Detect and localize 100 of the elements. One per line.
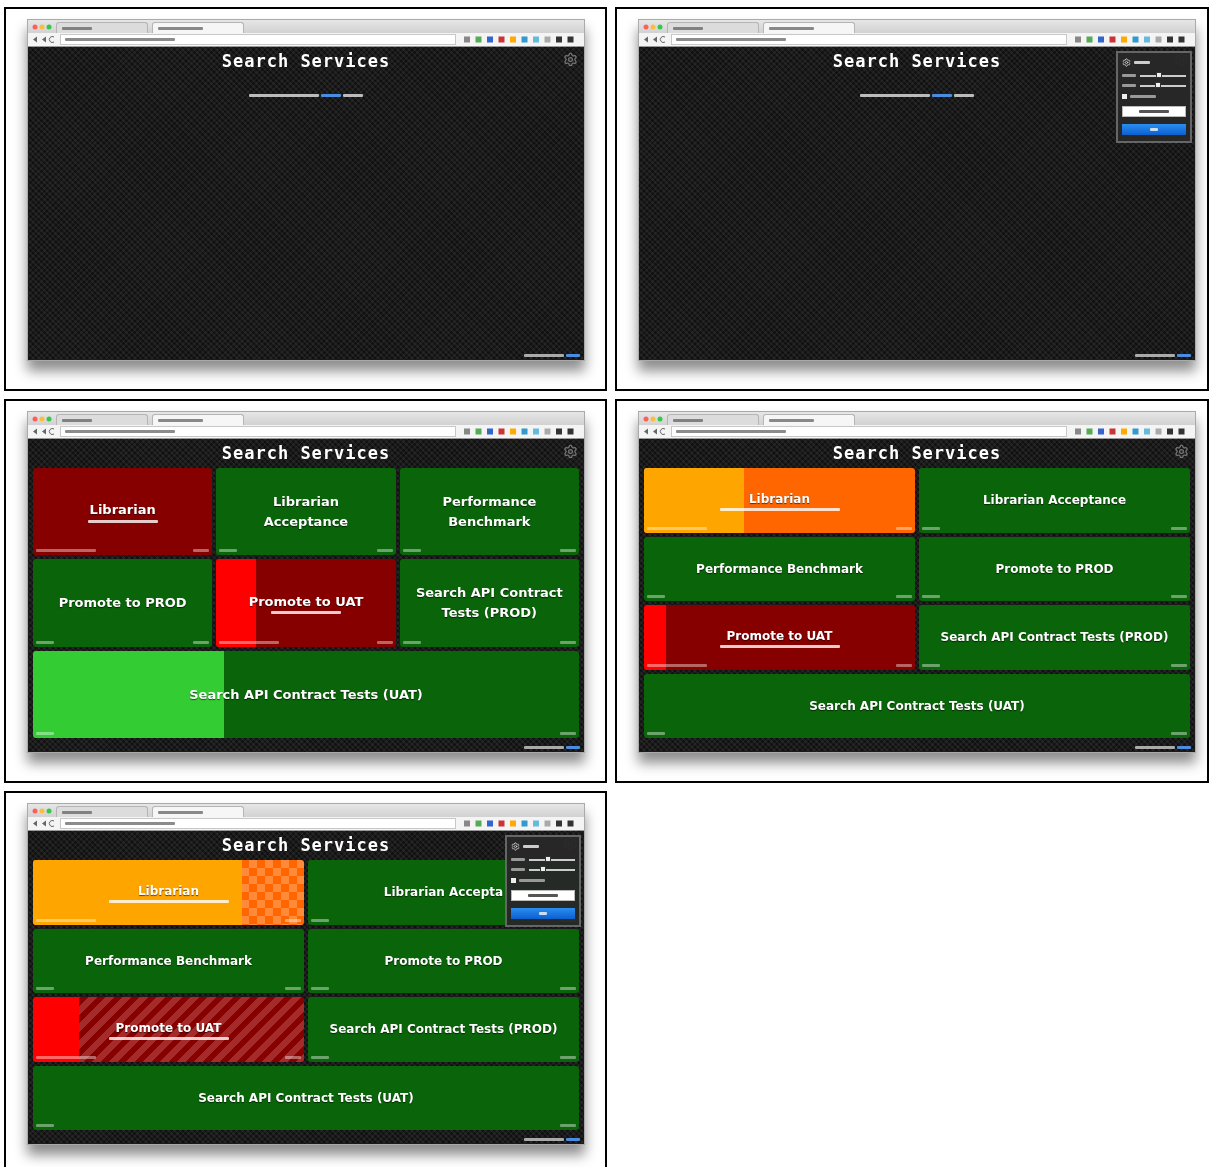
dashboard-title: Search Services — [221, 51, 391, 71]
illegible-label-mark — [1122, 84, 1136, 87]
settings-icon — [511, 842, 520, 851]
browser-tab[interactable] — [667, 414, 759, 425]
illegible-footer-mark — [922, 595, 940, 598]
job-name: Performance Benchmark — [84, 952, 253, 970]
browser-tab[interactable] — [152, 806, 244, 817]
job-name: Search API Contract Tests (PROD) — [939, 629, 1170, 647]
job-name: Promote to UAT — [725, 627, 834, 645]
slider-thumb[interactable] — [1156, 71, 1163, 78]
illegible-footer-mark — [285, 918, 301, 922]
navigation-arrows-icon[interactable] — [643, 428, 667, 435]
browser-tab[interactable] — [56, 806, 148, 817]
slider-thumb[interactable] — [545, 855, 552, 862]
slider-thumb[interactable] — [1155, 81, 1162, 88]
navigation-arrows-icon[interactable] — [32, 36, 56, 43]
illegible-footer-mark — [560, 640, 576, 644]
address-field[interactable] — [671, 34, 1067, 45]
settings-icon[interactable] — [1174, 444, 1189, 459]
illegible-subtitle-mark — [271, 611, 341, 615]
illegible-footer-mark — [922, 663, 940, 667]
illegible-footer-mark — [647, 595, 665, 598]
illegible-footer-mark — [285, 987, 301, 990]
illegible-footer-mark — [219, 549, 238, 553]
browser-tab[interactable] — [152, 22, 244, 33]
navigation-arrows-icon[interactable] — [32, 428, 56, 435]
primary-button[interactable] — [1122, 124, 1186, 135]
illegible-footer-mark — [402, 549, 421, 553]
job-name: Librarian Acceptance — [981, 492, 1128, 510]
illegible-footer-mark — [36, 640, 54, 644]
browser-tab[interactable] — [763, 22, 855, 33]
illegible-footer-mark — [36, 918, 96, 922]
job-name: Promote to PROD — [57, 594, 188, 613]
job-name: Promote to PROD — [383, 952, 504, 970]
browser-tab[interactable] — [56, 414, 148, 425]
illegible-footer-mark — [896, 595, 912, 598]
illegible-footer-mark — [560, 987, 576, 990]
checkbox[interactable] — [1122, 94, 1127, 99]
job-name: Performance Benchmark — [441, 493, 538, 531]
illegible-subtitle-mark — [87, 519, 158, 523]
illegible-footer-mark — [922, 526, 940, 530]
illegible-footer-mark — [647, 663, 707, 667]
job-name: Librarian — [88, 501, 157, 520]
dashboard-title: Search Services — [221, 835, 391, 855]
address-field[interactable] — [60, 34, 456, 45]
window-controls-icon — [643, 23, 663, 30]
window-controls-icon — [32, 23, 52, 30]
illegible-footer-mark — [896, 526, 912, 530]
illegible-label-mark — [1134, 61, 1150, 64]
illegible-footer-mark — [376, 640, 393, 644]
illegible-footer-mark — [219, 640, 280, 644]
job-name: Librarian — [136, 882, 200, 900]
illegible-footer-mark — [36, 1124, 54, 1127]
job-name: Performance Benchmark — [695, 560, 864, 578]
illegible-footer-mark — [402, 640, 421, 644]
slider[interactable] — [1140, 74, 1186, 77]
illegible-footer-mark — [1171, 595, 1187, 598]
illegible-footer-mark — [311, 987, 329, 990]
navigation-arrows-icon[interactable] — [643, 36, 667, 43]
browser-tab[interactable] — [667, 22, 759, 33]
window-controls-icon — [32, 415, 52, 422]
slider[interactable] — [1140, 84, 1186, 87]
illegible-footer-mark — [896, 663, 912, 667]
illegible-label-mark — [1130, 95, 1156, 98]
illegible-footer-mark — [560, 732, 576, 735]
illegible-footer-mark — [560, 1055, 576, 1059]
window-controls-icon — [643, 415, 663, 422]
settings-icon[interactable] — [563, 52, 578, 67]
navigation-arrows-icon[interactable] — [32, 820, 56, 827]
illegible-footer-mark — [560, 1124, 576, 1127]
settings-icon[interactable] — [563, 444, 578, 459]
window-controls-icon — [32, 807, 52, 814]
illegible-footer-mark — [376, 549, 393, 553]
job-name: Search API Contract Tests (UAT) — [808, 697, 1026, 715]
illegible-footer-mark — [36, 987, 54, 990]
illegible-footer-mark — [1171, 732, 1187, 735]
illegible-footer-mark — [36, 1055, 96, 1059]
job-name: Search API Contract Tests (UAT) — [197, 1089, 415, 1107]
illegible-footer-mark — [1171, 526, 1187, 530]
job-name: Librarian Acceptance — [262, 493, 350, 531]
job-name: Librarian — [747, 490, 811, 508]
browser-tab[interactable] — [763, 414, 855, 425]
illegible-label-mark — [523, 845, 539, 848]
job-name: Promote to PROD — [994, 560, 1115, 578]
illegible-footer-mark — [647, 732, 665, 735]
job-name: Promote to UAT — [114, 1019, 223, 1037]
address-field[interactable] — [671, 426, 1067, 437]
browser-tab[interactable] — [56, 22, 148, 33]
illegible-footer-mark — [647, 526, 707, 530]
secondary-button[interactable] — [1122, 106, 1186, 117]
illegible-footer-mark — [193, 549, 210, 553]
illegible-label-mark — [1122, 74, 1136, 77]
illegible-footer-mark — [311, 1055, 329, 1059]
dashboard-title: Search Services — [832, 443, 1002, 463]
address-field[interactable] — [60, 818, 456, 829]
browser-tab[interactable] — [152, 414, 244, 425]
job-name: Search API Contract Tests (PROD) — [414, 584, 564, 622]
job-name: Promote to UAT — [247, 592, 365, 611]
address-field[interactable] — [60, 426, 456, 437]
illegible-footer-mark — [1171, 663, 1187, 667]
